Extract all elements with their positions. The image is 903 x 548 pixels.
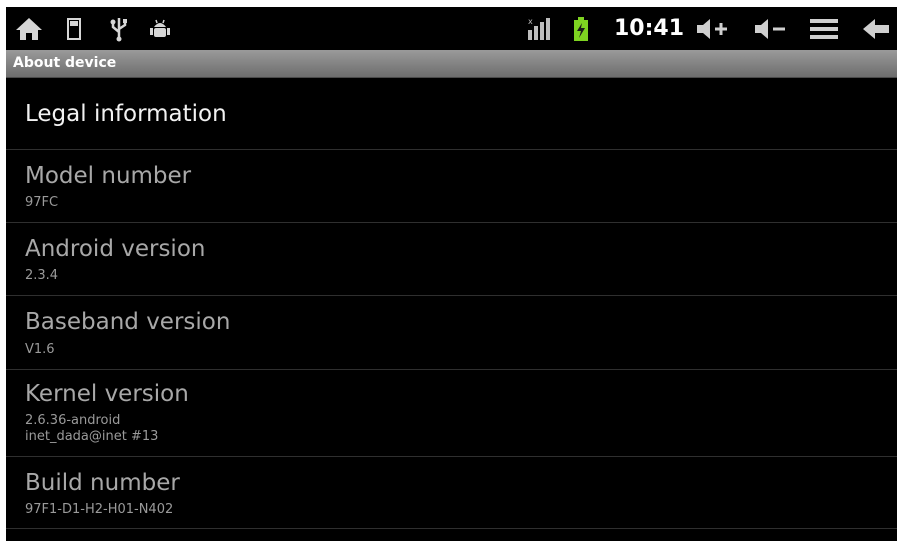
svg-text:x: x xyxy=(528,17,533,26)
list-item-legal-information[interactable]: Legal information xyxy=(6,78,897,150)
item-summary: V1.6 xyxy=(25,342,55,357)
item-title: Kernel version xyxy=(25,381,189,407)
list-item-baseband-version[interactable]: Baseband version V1.6 xyxy=(6,296,897,370)
list-item-kernel-version[interactable]: Kernel version 2.6.36-android inet_dada@… xyxy=(6,370,897,457)
android-screen: x 10:41 About device Legal information M… xyxy=(6,7,897,541)
volume-up-icon[interactable] xyxy=(692,7,732,50)
list-item-android-version[interactable]: Android version 2.3.4 xyxy=(6,223,897,296)
item-summary: 2.6.36-android xyxy=(25,413,121,428)
item-summary: 97F1-D1-H2-H01-N402 xyxy=(25,502,174,517)
item-title: Android version xyxy=(25,236,206,262)
battery-charging-icon xyxy=(568,7,594,50)
item-summary: 2.3.4 xyxy=(25,268,59,283)
item-summary: 97FC xyxy=(25,195,59,210)
clock: 10:41 xyxy=(614,16,685,41)
item-title: Legal information xyxy=(25,101,227,127)
item-title: Build number xyxy=(25,470,180,496)
item-title: Baseband version xyxy=(25,309,231,335)
item-title: Model number xyxy=(25,163,192,189)
status-bar: x 10:41 xyxy=(6,7,897,50)
volume-down-icon[interactable] xyxy=(750,7,790,50)
title-bar: About device xyxy=(6,50,897,78)
item-summary-line2: inet_dada@inet #13 xyxy=(25,429,159,444)
android-debug-icon xyxy=(147,7,173,50)
sd-card-icon xyxy=(62,7,86,50)
menu-icon[interactable] xyxy=(806,7,842,50)
signal-icon: x xyxy=(524,7,554,50)
home-icon[interactable] xyxy=(10,7,48,50)
usb-icon xyxy=(106,7,132,50)
page-title: About device xyxy=(13,55,117,71)
list-item-model-number[interactable]: Model number 97FC xyxy=(6,150,897,223)
list-item-build-number[interactable]: Build number 97F1-D1-H2-H01-N402 xyxy=(6,457,897,529)
back-icon[interactable] xyxy=(858,7,894,50)
